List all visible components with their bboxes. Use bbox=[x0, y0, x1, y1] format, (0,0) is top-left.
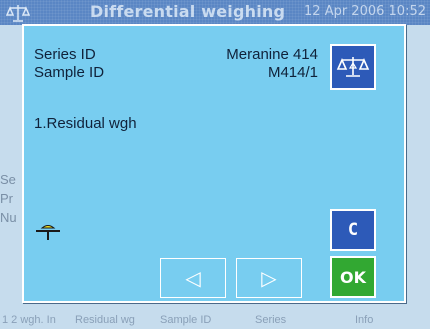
series-id-value: Meranine 414 bbox=[226, 46, 318, 63]
balance-button[interactable] bbox=[330, 44, 376, 90]
clear-button[interactable]: C bbox=[330, 209, 376, 251]
ok-button-label: OK bbox=[340, 267, 366, 287]
title-bar: Differential weighing 12 Apr 2006 10:52 bbox=[0, 0, 430, 25]
sample-id-value: M414/1 bbox=[267, 64, 318, 81]
sample-id-label: Sample ID bbox=[34, 64, 105, 81]
softkey-residual-wg[interactable]: Residual wg bbox=[75, 314, 135, 326]
softkey-series[interactable]: Series bbox=[255, 314, 286, 326]
balance-icon bbox=[6, 5, 30, 22]
series-dialog: Series ID Meranine 414 Sample ID M414/1 … bbox=[22, 24, 406, 303]
previous-button[interactable]: ◁ bbox=[160, 258, 226, 298]
step-label: 1.Residual wgh bbox=[34, 115, 137, 132]
clear-button-label: C bbox=[347, 220, 359, 240]
balance-scale-icon bbox=[336, 57, 370, 77]
ok-button[interactable]: OK bbox=[330, 256, 376, 298]
softkey-wgh-in[interactable]: 1 2 wgh. In bbox=[2, 314, 56, 326]
softkey-info[interactable]: Info bbox=[355, 314, 373, 326]
bg-fragment: Pr bbox=[0, 191, 13, 206]
background-fragments: Se Pr Nu bbox=[0, 170, 20, 227]
date-time: 12 Apr 2006 10:52 bbox=[304, 4, 426, 19]
bg-fragment: Se bbox=[0, 172, 16, 187]
arrow-left-icon: ◁ bbox=[185, 266, 201, 290]
bg-fragment: Nu bbox=[0, 210, 17, 225]
stability-indicator-icon bbox=[36, 225, 60, 240]
next-button[interactable]: ▷ bbox=[236, 258, 302, 298]
softkey-bar: 1 2 wgh. In Residual wg Sample ID Series… bbox=[0, 313, 430, 329]
softkey-sample-id[interactable]: Sample ID bbox=[160, 314, 211, 326]
arrow-right-icon: ▷ bbox=[261, 266, 277, 290]
screen: Differential weighing 12 Apr 2006 10:52 … bbox=[0, 0, 430, 329]
app-title: Differential weighing bbox=[90, 2, 286, 21]
series-id-label: Series ID bbox=[34, 46, 96, 63]
